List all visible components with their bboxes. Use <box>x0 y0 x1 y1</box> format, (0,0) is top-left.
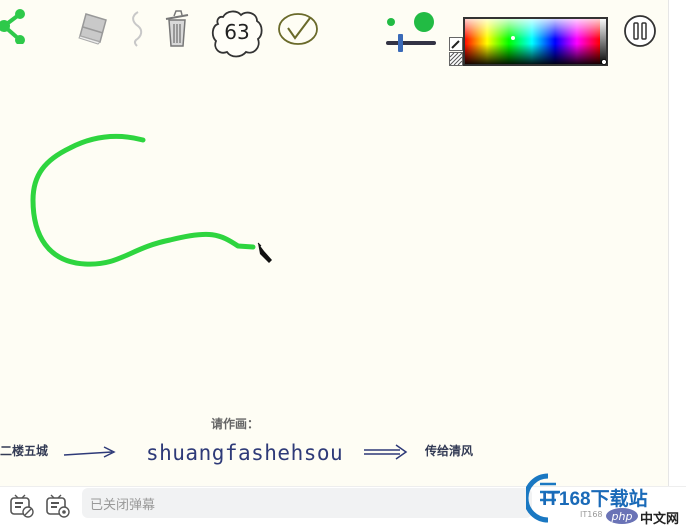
scrollbar-track <box>668 0 686 486</box>
small-brush-dot <box>387 18 395 26</box>
brush-size-slider <box>386 12 436 52</box>
watermark-sub: IT168 <box>580 510 603 519</box>
eyedropper-icon <box>449 37 463 51</box>
next-player-name: 传给清风 <box>425 444 474 458</box>
share-icon <box>0 9 25 44</box>
brush-size-handle <box>398 34 403 52</box>
previous-player-name: 二楼五城 <box>0 444 49 458</box>
large-brush-dot <box>414 12 434 32</box>
danmaku-placeholder: 已关闭弹幕 <box>90 497 156 513</box>
pause-icon <box>624 15 656 47</box>
brush-size-control[interactable] <box>384 10 440 54</box>
double-arrow-right-icon <box>364 444 408 460</box>
undo-icon <box>132 11 143 47</box>
color-spectrum <box>463 17 608 66</box>
danmaku-toggle-button[interactable] <box>9 493 35 519</box>
prompt-label: 请作画： <box>211 417 260 431</box>
confirm-button[interactable] <box>276 11 320 47</box>
hatch-pattern-icon <box>449 52 463 66</box>
eyedropper-button[interactable] <box>449 37 463 51</box>
drawing-word: shuangfashehsou <box>146 441 344 465</box>
eraser-icon <box>78 13 107 45</box>
drawn-stroke <box>30 134 256 267</box>
trash-icon <box>165 10 189 47</box>
share-button[interactable] <box>0 6 30 44</box>
php-badge: php <box>606 508 638 524</box>
undo-button[interactable] <box>128 10 146 48</box>
pen-cursor-icon <box>257 242 272 263</box>
watermark: IT168下载站 IT168 php 中文网 <box>526 470 686 526</box>
danmaku-icon <box>10 494 34 518</box>
watermark-cn: 中文网 <box>640 511 680 526</box>
danmaku-settings-button[interactable] <box>45 493 71 519</box>
eraser-button[interactable] <box>76 10 110 46</box>
pause-button[interactable] <box>623 14 657 48</box>
watermark-brand: IT168下载站 <box>542 489 648 510</box>
arrow-right-icon <box>63 446 116 458</box>
checkmark-icon <box>278 13 318 45</box>
countdown-value: 63 <box>224 20 250 44</box>
trash-button[interactable] <box>162 10 192 48</box>
drawing-canvas[interactable]: 63 请作画： 二楼五城 shuangfashehsou 传给清风 <box>0 0 668 486</box>
color-selector-dot <box>511 36 515 40</box>
drawing-stroke-layer <box>30 134 272 267</box>
pattern-button[interactable] <box>449 52 463 66</box>
danmaku-settings-icon <box>46 494 70 518</box>
color-palette[interactable] <box>463 17 609 67</box>
countdown-timer: 63 <box>211 8 263 58</box>
danmaku-input[interactable]: 已关闭弹幕 <box>82 488 532 518</box>
